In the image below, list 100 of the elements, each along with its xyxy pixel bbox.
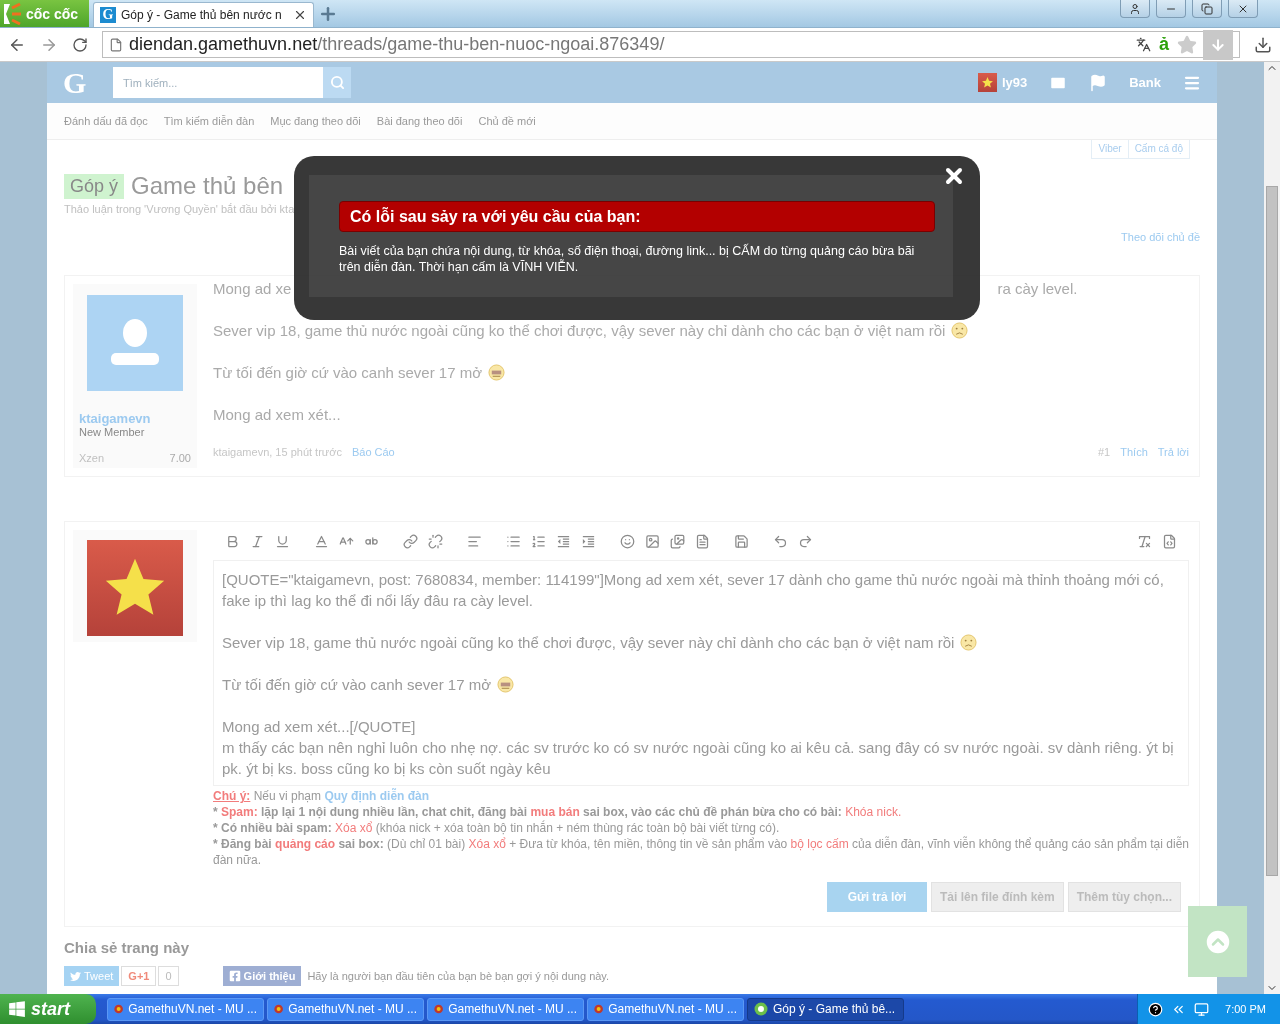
- post-author[interactable]: ktaigamevn: [79, 411, 191, 426]
- bookmark-star-icon[interactable]: [1177, 34, 1197, 55]
- submit-reply-button[interactable]: Gửi trả lời: [826, 882, 927, 912]
- browser-tab[interactable]: G Góp ý - Game thủ bên nước n: [93, 2, 314, 27]
- error-message: Bài viết của bạn chứa nội dung, từ khóa, số điện thoại, đường link... bị CẤM do từng quảng cáo bừa bãi trên diễn đàn. Thời hạn cấm là VĨNH VIỄN.: [339, 243, 916, 275]
- windows-logo-icon: [8, 1000, 26, 1018]
- profile-button[interactable]: [1120, 0, 1150, 18]
- game-icon: [114, 1002, 124, 1016]
- align-left-icon[interactable]: [467, 533, 482, 549]
- browser-logo-icon: [2, 1, 24, 26]
- rule-text: * Có nhiều bài spam: Xóa xổ (khóa nick + xóa toàn bộ tin nhắn + ném thùng rác toàn bộ bài viết từng có).: [213, 820, 781, 836]
- quote-icon[interactable]: [695, 533, 710, 549]
- unlink-icon[interactable]: [428, 533, 443, 549]
- share-prompt: Hãy là người bạn đầu tiên của bạn bè bạn gợi ý nội dung này.: [307, 970, 610, 982]
- post-paragraph: ra cày level.: [997, 280, 1078, 297]
- minimize-button[interactable]: [1156, 0, 1186, 18]
- redo-icon[interactable]: [798, 533, 813, 549]
- thread-tag[interactable]: Cấm cá độ: [1127, 140, 1189, 158]
- editor-text-line: m thấy các bạn nên nghỉ luôn cho nhẹ nợ. các sv trước ko có sv nước ngoài cũng ko ai kêu cả. sang đây có sv nước ngoài. sv dành riêng. ýt bị pk. ýt bị ks. boss cũng ko bị ks còn suốt ngày kêu: [222, 738, 1175, 779]
- search-field[interactable]: Tìm kiếm...: [113, 67, 323, 98]
- stat-label: Xzen: [79, 452, 105, 464]
- post-paragraph: Từ tối đến giờ cứ vào canh sever 17 mở: [213, 362, 1189, 383]
- indent-icon[interactable]: [581, 533, 596, 549]
- italic-icon[interactable]: [250, 533, 265, 549]
- editor-text-line: Sever vip 18, game thủ nước ngoài cũng ko thể chơi được, vậy sever này chỉ dành cho các bạn ở việt nam rồi: [222, 632, 1180, 653]
- post-paragraph: Mong ad xem xét...: [213, 405, 342, 425]
- site-logo[interactable]: G: [63, 65, 93, 100]
- underline-icon[interactable]: [275, 533, 290, 549]
- clock: 7:00 PM: [1225, 1003, 1266, 1015]
- stat-value: 7.00: [169, 452, 191, 464]
- error-title: Có lỗi sau sảy ra với yêu cầu của bạn:: [339, 201, 935, 232]
- help-icon[interactable]: [1148, 1001, 1164, 1017]
- subnav-link[interactable]: Chủ đề mới: [478, 115, 536, 127]
- download-icon[interactable]: [1254, 35, 1272, 54]
- game-icon: [274, 1002, 284, 1016]
- link-icon[interactable]: [403, 533, 418, 549]
- address-bar[interactable]: diendan.gamethuvn.net/threads/game-thu-ben-nuoc-ngoai.876349/ ả: [102, 31, 1240, 58]
- report-link[interactable]: Báo Cáo: [351, 446, 395, 458]
- page-icon: [109, 37, 123, 52]
- scrollbar-thumb[interactable]: [1266, 186, 1278, 876]
- bullet-list-icon[interactable]: [506, 533, 521, 549]
- undo-icon[interactable]: [773, 533, 788, 549]
- share-count: 0: [158, 966, 179, 986]
- share-heading: Chia sẻ trang này: [64, 939, 191, 956]
- rule-text: * Đăng bài quảng cáo sai box: (Dù chỉ 01 bài) Xóa xổ + Đưa từ khóa, tên miền, thông tin về sản phẩm vào bộ lọc cấm của diễn đàn, vĩnh viễn không thể quảng cáo sản phẩm tại diễn đàn nữa.: [213, 836, 1189, 868]
- facebook-like-button[interactable]: Giới thiệu: [222, 966, 302, 986]
- facebook-icon: [228, 970, 241, 982]
- save-icon[interactable]: [734, 533, 749, 549]
- thread-title: Game thủ bên: [131, 172, 284, 200]
- network-icon[interactable]: [1194, 1001, 1210, 1017]
- smiley-icon[interactable]: [620, 533, 635, 549]
- game-icon: [594, 1002, 604, 1016]
- taskbar-item[interactable]: GamethuVN.net - MU ...: [107, 997, 264, 1021]
- input-method-indicator[interactable]: ả: [1159, 34, 1169, 55]
- taskbar-item[interactable]: Góp ý - Game thủ bê...: [747, 997, 904, 1021]
- post-paragraph: Sever vip 18, game thủ nước ngoài cũng ko thể chơi được, vậy sever này chỉ dành cho các bạn ở việt nam rồi: [213, 320, 1189, 341]
- reload-icon[interactable]: [72, 36, 88, 53]
- reply-link[interactable]: Trả lời: [1157, 446, 1189, 458]
- translate-icon[interactable]: [1136, 37, 1151, 52]
- close-button[interactable]: [1228, 0, 1258, 18]
- bank-link[interactable]: Bank: [1129, 75, 1161, 90]
- taskbar-item[interactable]: GamethuVN.net - MU ...: [267, 997, 424, 1021]
- subnav-link[interactable]: Bài đang theo dõi: [376, 115, 463, 127]
- start-button[interactable]: start: [0, 994, 96, 1024]
- clear-format-icon[interactable]: [1137, 533, 1152, 549]
- tweet-button[interactable]: Tweet: [64, 966, 120, 986]
- browser-menu-button[interactable]: cốc cốc: [0, 0, 89, 27]
- browser-icon: [754, 1002, 768, 1016]
- numbered-list-icon[interactable]: [531, 533, 546, 549]
- bold-icon[interactable]: [225, 533, 240, 549]
- follow-thread-link[interactable]: Theo dõi chủ đề: [1121, 231, 1200, 243]
- taskbar-item[interactable]: GamethuVN.net - MU ...: [587, 997, 744, 1021]
- google-plus-button[interactable]: G+1: [121, 966, 157, 986]
- rules-link[interactable]: Quy định diễn đàn: [324, 789, 430, 803]
- outdent-icon[interactable]: [556, 533, 571, 549]
- thread-tag[interactable]: Viber: [1092, 140, 1128, 158]
- bird-icon: [70, 970, 81, 982]
- subnav-link[interactable]: Đánh dấu đã đọc: [64, 115, 148, 127]
- restore-icon: [1201, 2, 1213, 15]
- rule-text: Chú ý: Nếu vi phạm Quy định diễn đàn: [213, 788, 431, 804]
- restore-button[interactable]: [1192, 0, 1222, 18]
- member-role: New Member: [79, 426, 146, 438]
- game-icon: [434, 1002, 444, 1016]
- reply-editor-field[interactable]: [213, 560, 1189, 786]
- site-favicon: G: [100, 7, 116, 23]
- rule-text: * Spam: lặp lại 1 nội dung nhiều lần, chat chit, đăng bài mua bán sai box, vào các chủ đề phán bừa cho có bài: Khóa nick.: [213, 804, 903, 820]
- subnav-link[interactable]: Mục đang theo dõi: [270, 115, 361, 127]
- like-link[interactable]: Thích: [1120, 446, 1148, 458]
- subnav-link[interactable]: Tìm kiếm diễn đàn: [163, 115, 255, 127]
- user-icon: [1129, 2, 1141, 15]
- source-mode-icon[interactable]: [1162, 533, 1177, 549]
- editor-text-line: Mong ad xem xét...[/QUOTE]: [222, 717, 417, 737]
- taskbar-item[interactable]: GamethuVN.net - MU ...: [427, 997, 584, 1021]
- flag-icon[interactable]: [1089, 73, 1108, 92]
- editor-text-line: Từ tối đến giờ cứ vào canh sever 17 mở: [222, 674, 1180, 695]
- media-icon[interactable]: [670, 533, 685, 549]
- user-menu[interactable]: ly93: [977, 73, 1028, 92]
- editor-text-line: [QUOTE="ktaigamevn, post: 7680834, member: 114199"]Mong ad xem xét, sever 17 dành cho game thủ nước ngoài mà thỉnh thoảng mới có, fake ip thì lag ko thể đi nổi lấy đâu ra cày level.: [222, 570, 1165, 611]
- text-color-icon[interactable]: [314, 533, 329, 549]
- image-icon[interactable]: [645, 533, 660, 549]
